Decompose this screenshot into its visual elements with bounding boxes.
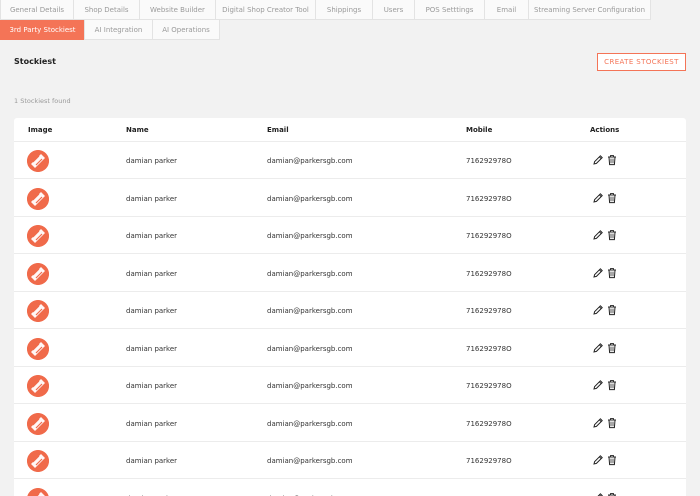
stockiest-logo-icon [27, 262, 49, 285]
stockiest-logo-icon [27, 450, 49, 472]
table-row: damian parker damian@parkersgb.com 7162929… [14, 292, 686, 329]
pencil-icon[interactable] [592, 229, 604, 241]
trash-icon[interactable] [606, 192, 618, 204]
stockiest-email: damian@parkersgb.com [267, 457, 353, 465]
stockiest-email: damian@parkersgb.com [267, 269, 353, 278]
table-row: damian parker damian@parkersgb.com 7162929… [14, 180, 686, 217]
tab-email[interactable]: Email [484, 0, 528, 20]
stockiest-logo-icon [27, 375, 49, 397]
column-header-actions: Actions [590, 126, 620, 134]
stockiest-logo-icon [27, 337, 49, 360]
stockiest-name: damian parker [126, 157, 178, 165]
stockiest-email: damian@parkersgb.com [267, 382, 353, 390]
stockiest-name: damian parker [126, 382, 178, 390]
stockiest-name: damian parker [126, 269, 178, 278]
column-header-email: Email [267, 126, 289, 134]
pencil-icon[interactable] [592, 192, 604, 204]
trash-icon[interactable] [606, 342, 618, 354]
stockiest-mobile: 716292978O [466, 457, 512, 465]
trash-icon[interactable] [606, 304, 618, 316]
column-header-image: Image [28, 126, 53, 134]
stockiest-email: damian@parkersgb.com [267, 307, 353, 315]
stockiest-logo-icon [27, 150, 49, 172]
stockiest-mobile: 716292978O [466, 419, 512, 428]
pencil-icon[interactable] [592, 379, 604, 391]
tabs-row-1: General Details Shop Details Website Bui… [0, 0, 651, 20]
stockiest-email: damian@parkersgb.com [267, 157, 353, 165]
pencil-icon[interactable] [592, 417, 604, 429]
table-row: damian parkerdamian@parkersgb.com7162929… [14, 480, 686, 496]
tab-3rd-party-stockiest[interactable]: 3rd Party Stockiest [0, 20, 84, 40]
stockiest-email: damian@parkersgb.com [267, 232, 353, 240]
trash-icon[interactable] [606, 267, 618, 279]
stockiest-mobile: 716292978O [466, 157, 512, 165]
stockiest-mobile: 716292978O [466, 344, 512, 353]
result-count: 1 Stockiest found [14, 97, 71, 105]
pencil-icon[interactable] [592, 342, 604, 354]
stockiest-mobile: 716292978O [466, 269, 512, 278]
stockiest-logo-icon [27, 300, 49, 322]
stockiest-email: damian@parkersgb.com [267, 194, 353, 203]
trash-icon[interactable] [606, 379, 618, 391]
stockiest-name: damian parker [126, 344, 178, 353]
tab-shop-details[interactable]: Shop Details [73, 0, 139, 20]
trash-icon[interactable] [606, 492, 618, 496]
tab-users[interactable]: Users [372, 0, 414, 20]
tab-pos-settings[interactable]: POS Setttings [414, 0, 484, 20]
pencil-icon[interactable] [592, 492, 604, 496]
column-header-name: Name [126, 126, 149, 134]
table-row: damian parker damian@parkersgb.com 7162929… [14, 142, 686, 179]
pencil-icon[interactable] [592, 454, 604, 466]
pencil-icon[interactable] [592, 304, 604, 316]
trash-icon[interactable] [606, 454, 618, 466]
trash-icon[interactable] [606, 417, 618, 429]
table-header: Image Name Email Mobile Actions [14, 118, 686, 142]
create-stockiest-button[interactable]: CREATE STOCKIEST [597, 53, 686, 71]
stockiest-name: damian parker [126, 232, 178, 240]
tab-streaming-server-configuration[interactable]: Streaming Server Configuration [528, 0, 651, 20]
trash-icon[interactable] [606, 154, 618, 166]
table-row: damian parker damian@parkersgb.com 7162929… [14, 405, 686, 442]
table-row: damian parker damian@parkersgb.com 7162929… [14, 442, 686, 479]
tabs-row-2: 3rd Party Stockiest AI Integration AI Op… [0, 20, 220, 40]
stockiest-logo-icon [27, 412, 49, 435]
stockiest-name: damian parker [126, 419, 178, 428]
tab-digital-shop-creator-tool[interactable]: Digital Shop Creator Tool [215, 0, 315, 20]
table-row: damian parker damian@parkersgb.com 7162929… [14, 255, 686, 292]
stockiest-mobile: 716292978O [466, 382, 512, 390]
stockiest-mobile: 716292978O [466, 232, 512, 240]
stockiest-name: damian parker [126, 307, 178, 315]
stockiest-logo-icon [27, 487, 49, 496]
stockiest-name: damian parker [126, 457, 178, 465]
stockiest-table: Image Name Email Mobile Actions damian p… [14, 118, 686, 496]
trash-icon[interactable] [606, 229, 618, 241]
stockiest-name: damian parker [126, 194, 178, 203]
stockiest-email: damian@parkersgb.com [267, 419, 353, 428]
tab-ai-operations[interactable]: AI Operations [152, 20, 220, 40]
stockiest-logo-icon [27, 187, 49, 210]
tab-general-details[interactable]: General Details [0, 0, 73, 20]
settings-tabs: General Details Shop Details Website Bui… [0, 0, 700, 40]
pencil-icon[interactable] [592, 267, 604, 279]
pencil-icon[interactable] [592, 154, 604, 166]
tab-ai-integration[interactable]: AI Integration [84, 20, 152, 40]
stockiest-mobile: 716292978O [466, 307, 512, 315]
stockiest-mobile: 716292978O [466, 194, 512, 203]
tab-shippings[interactable]: Shippings [315, 0, 372, 20]
stockiest-logo-icon [27, 225, 49, 247]
table-row: damian parker damian@parkersgb.com 7162929… [14, 217, 686, 254]
page-title: Stockiest [14, 57, 56, 66]
tab-website-builder[interactable]: Website Builder [139, 0, 215, 20]
stockiest-email: damian@parkersgb.com [267, 344, 353, 353]
table-row: damian parker damian@parkersgb.com 7162929… [14, 367, 686, 404]
column-header-mobile: Mobile [466, 126, 493, 134]
table-row: damian parker damian@parkersgb.com 7162929… [14, 330, 686, 367]
